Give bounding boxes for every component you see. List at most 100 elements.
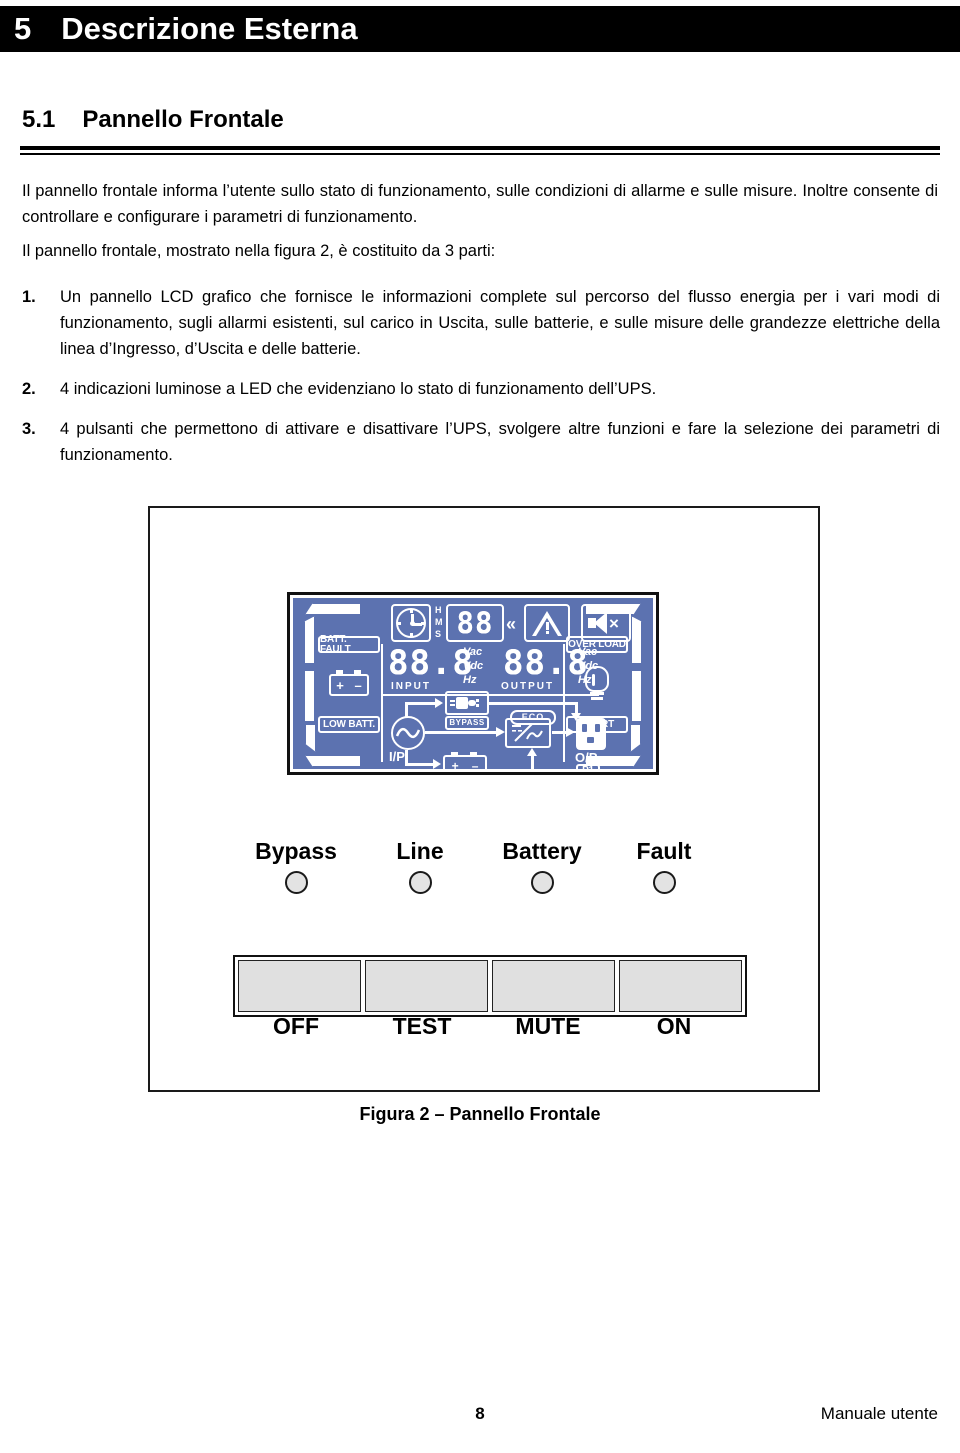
button-labels: OFF TEST MUTE ON — [233, 1013, 737, 1040]
test-button-label: TEST — [392, 1013, 452, 1039]
flow-line-batt-up — [531, 756, 534, 769]
lcd-phase-chip: P1 — [576, 764, 600, 769]
flow-line-source-to-inverter — [425, 731, 497, 734]
flow-arrow-source-to-inverter-head — [496, 727, 505, 737]
flow-arrow-to-bypass-head — [435, 698, 443, 708]
lcd-timer-unit-m: M — [435, 617, 443, 627]
led-bypass-label: Bypass — [255, 838, 337, 864]
lcd-output-unit-vac: Vac — [578, 646, 598, 658]
lcd-timer-display: 88 — [446, 604, 504, 642]
clock-icon — [391, 604, 431, 642]
off-button[interactable] — [238, 960, 361, 1012]
lcd-output-value: 88.8 — [503, 646, 589, 680]
lcd-output-label: OUTPUT — [501, 681, 555, 692]
list-item-text: 4 pulsanti che permettono di attivare e … — [60, 420, 940, 464]
lcd-right-bar-upper-icon — [631, 616, 642, 664]
lcd-input-unit-hz: Hz — [463, 674, 477, 686]
flow-arrow-batt-up-head — [527, 748, 537, 756]
socket-icon — [576, 718, 606, 750]
lcd-input-units: Vac Vdc Hz — [463, 647, 483, 686]
chapter-number: 5 — [14, 11, 32, 46]
lcd-bypass-label: BYPASS — [449, 718, 485, 727]
mute-button[interactable] — [492, 960, 615, 1012]
mute-speaker-icon: × — [581, 604, 631, 642]
lcd-left-bar-base-icon — [305, 755, 361, 767]
chapter-title: Descrizione Esterna — [61, 11, 358, 46]
lcd-divider-mid — [381, 694, 599, 696]
section-number: 5.1 — [22, 106, 56, 133]
list-item-number: 1. — [22, 288, 36, 306]
lcd-timer-units: H M S — [435, 606, 443, 639]
lcd-divider-left — [381, 644, 383, 762]
lcd-double-chevron-icon: « — [506, 614, 517, 634]
section-rule-thick — [20, 146, 940, 150]
mute-button-label: MUTE — [515, 1013, 581, 1039]
lcd-input-unit-vdc: Vdc — [463, 660, 484, 672]
chapter-header-bar: 5 Descrizione Esterna — [0, 6, 960, 52]
lcd-output-unit-hz: Hz — [578, 674, 592, 686]
flow-line-source-to-batt — [405, 763, 435, 766]
lcd-alarm-low-batt-label: LOW BATT. — [323, 718, 375, 730]
plug-bypass-icon — [445, 691, 489, 715]
lcd-output-unit-vdc: Vdc — [578, 660, 599, 672]
test-button[interactable] — [365, 960, 488, 1012]
led-indicator-row: Bypass Line Battery Fault — [150, 838, 818, 918]
section-rule-thin — [20, 153, 940, 155]
list-item-text: 4 indicazioni luminose a LED che evidenz… — [60, 380, 657, 398]
footer-manual-label: Manuale utente — [820, 1404, 938, 1423]
button-bar — [233, 955, 747, 1017]
led-fault-label: Fault — [636, 838, 692, 864]
flow-arrow-to-batt-head — [433, 759, 441, 769]
lcd-left-bar-top-icon — [305, 603, 361, 615]
list-item-number: 3. — [22, 420, 36, 438]
footer-page-number: 8 — [475, 1404, 485, 1423]
flow-arrow-to-bypass-line — [405, 702, 437, 705]
battery-flow-icon: + – — [443, 752, 487, 769]
figure-caption: Figura 2 – Pannello Frontale — [359, 1104, 601, 1124]
lcd-alarm-batt-fault: BATT. FAULT — [318, 634, 380, 654]
list-item: 2. 4 indicazioni luminose a LED che evid… — [22, 376, 940, 402]
intro-paragraph-2: Il pannello frontale, mostrato nella fig… — [22, 242, 496, 260]
lcd-screen: BATT. FAULT LOW BATT. +– OVER LOAD SHORT — [293, 598, 653, 769]
led-battery-label: Battery — [502, 838, 582, 864]
warning-triangle-icon — [524, 604, 570, 642]
led-bypass-indicator[interactable] — [284, 871, 308, 894]
led-fault-indicator[interactable] — [652, 871, 676, 894]
led-battery-indicator[interactable] — [530, 871, 554, 894]
battery-icon: + – — [329, 670, 369, 696]
led-line: Line — [360, 838, 480, 894]
led-battery: Battery — [482, 838, 602, 894]
list-item: 3. 4 pulsanti che permettono di attivare… — [22, 416, 940, 468]
on-button[interactable] — [619, 960, 742, 1012]
lcd-input-value-text: 88.8 — [388, 643, 474, 683]
lcd-left-bar-upper-icon — [304, 616, 315, 664]
lcd-output-units: Vac Vdc Hz — [578, 647, 598, 686]
lcd-timer-unit-s: S — [435, 629, 442, 639]
list-item-text: Un pannello LCD grafico che fornisce le … — [60, 288, 940, 358]
lcd-bypass-chip: BYPASS — [445, 716, 489, 730]
led-fault: Fault — [604, 838, 724, 894]
inverter-icon — [505, 718, 551, 748]
list-item-number: 2. — [22, 380, 36, 398]
section-title: Pannello Frontale — [82, 106, 284, 133]
led-line-label: Line — [396, 838, 444, 864]
lcd-output-value-text: 88.8 — [503, 643, 589, 683]
flow-line-bypass-to-output — [489, 702, 577, 705]
lcd-right-bar-bottom-icon — [630, 724, 641, 752]
lcd-input-value: 88.8 — [388, 646, 474, 680]
on-button-label: ON — [656, 1013, 692, 1039]
ac-source-icon — [391, 716, 425, 750]
parts-list: 1. Un pannello LCD grafico che fornisce … — [22, 284, 940, 482]
figure-front-panel: BATT. FAULT LOW BATT. +– OVER LOAD SHORT — [148, 506, 820, 1092]
intro-paragraph-1: Il pannello frontale informa l’utente su… — [22, 182, 938, 226]
lcd-phase-label: P1 — [582, 766, 594, 770]
lcd-left-bar-lower-icon — [304, 670, 315, 722]
led-bypass: Bypass — [236, 838, 356, 894]
lcd-output-port-label: O/P — [575, 750, 598, 765]
led-line-indicator[interactable] — [408, 871, 432, 894]
lcd-input-label: INPUT — [391, 681, 431, 692]
flow-arrow-inverter-to-socket-head — [566, 727, 575, 737]
lcd-input-port-label: I/P — [389, 749, 405, 764]
lcd-left-bar-bottom-icon — [305, 724, 316, 752]
list-item: 1. Un pannello LCD grafico che fornisce … — [22, 284, 940, 362]
